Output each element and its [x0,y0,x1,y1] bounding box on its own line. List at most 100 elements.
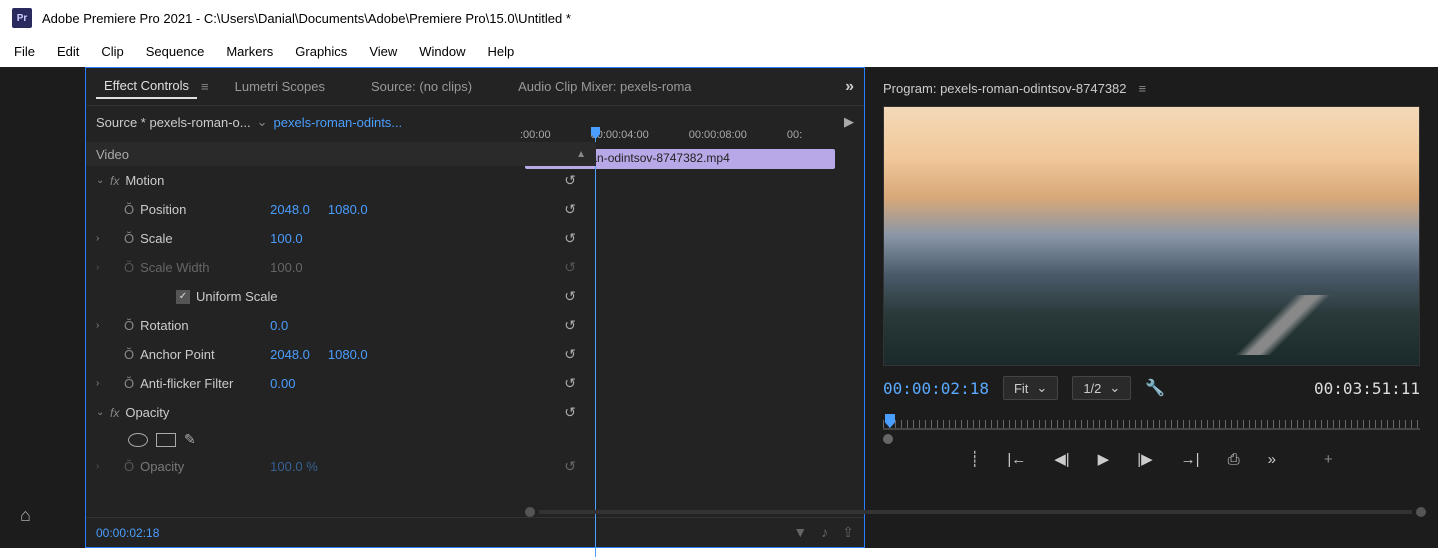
reset-icon[interactable]: ↺ [564,375,576,392]
chevron-down-icon[interactable]: ⌄ [96,407,110,418]
export-icon[interactable]: ⇪ [842,524,854,541]
music-note-icon[interactable]: ♪ [821,524,828,541]
stopwatch-icon[interactable]: Ŏ [124,202,134,217]
horizontal-scrollbar[interactable] [525,508,1426,516]
uniform-scale-checkbox[interactable]: ✓ [176,290,190,304]
fx-badge[interactable]: fx [110,406,119,420]
rotation-value[interactable]: 0.0 [270,318,288,333]
anchor-x[interactable]: 2048.0 [270,347,310,362]
property-uniform-scale: ✓ Uniform Scale ↺ [86,282,596,311]
fx-badge[interactable]: fx [110,174,119,188]
go-to-out-icon[interactable]: →| [1181,451,1200,468]
play-icon[interactable]: ▶ [844,114,854,130]
program-scrubber[interactable] [883,414,1420,438]
menu-sequence[interactable]: Sequence [146,44,205,59]
property-opacity-value: › Ŏ Opacity 100.0 % ↺ [86,452,596,481]
scroll-track[interactable] [539,510,1412,514]
ellipse-mask-icon[interactable] [128,433,148,447]
rect-mask-icon[interactable] [156,433,176,447]
scale-width-value: 100.0 [270,260,303,275]
stopwatch-icon[interactable]: Ŏ [124,376,134,391]
reset-icon[interactable]: ↺ [564,201,576,218]
stopwatch-icon[interactable]: Ŏ [124,347,134,362]
menu-clip[interactable]: Clip [101,44,123,59]
export-frame-icon[interactable]: ⎙ [1228,451,1240,468]
play-icon[interactable]: ▶ [1098,450,1110,468]
video-section-header[interactable]: Video ▲ [86,142,596,166]
time-mark: 00:00:08:00 [689,129,747,141]
property-rotation: › Ŏ Rotation 0.0 ↺ [86,311,596,340]
effect-opacity[interactable]: ⌄ fx Opacity ↺ [86,398,596,427]
zoom-select[interactable]: Fit ⌄ [1003,376,1058,400]
reset-icon: ↺ [564,259,576,276]
menu-help[interactable]: Help [488,44,515,59]
reset-icon[interactable]: ↺ [564,458,576,475]
menu-markers[interactable]: Markers [226,44,273,59]
reset-icon[interactable]: ↺ [564,288,576,305]
position-label: Position [140,202,270,217]
stopwatch-icon[interactable]: Ŏ [124,231,134,246]
panel-menu-icon[interactable]: ≡ [201,79,209,94]
add-button-icon[interactable]: + [1324,451,1333,468]
menu-edit[interactable]: Edit [57,44,79,59]
menu-window[interactable]: Window [419,44,465,59]
anchor-y[interactable]: 1080.0 [328,347,368,362]
chevron-right-icon[interactable]: › [96,233,110,244]
pen-mask-icon[interactable]: ✎ [184,431,196,448]
reset-icon[interactable]: ↺ [564,404,576,421]
reset-icon[interactable]: ↺ [564,346,576,363]
go-to-in-icon[interactable]: |← [1007,451,1026,468]
chevron-down-icon[interactable]: ⌄ [257,114,268,130]
stopwatch-icon[interactable]: Ŏ [124,318,134,333]
step-back-icon[interactable]: ◀| [1054,450,1069,468]
opacity-label: Opacity [125,405,255,420]
scroll-handle-left[interactable] [525,507,535,517]
reset-icon[interactable]: ↺ [564,172,576,189]
program-current-timecode[interactable]: 00:00:02:18 [883,379,989,398]
program-title-row: Program: pexels-roman-odintsov-8747382 ≡ [883,77,1420,106]
position-y[interactable]: 1080.0 [328,202,368,217]
chevron-right-icon[interactable]: › [96,378,110,389]
menu-view[interactable]: View [369,44,397,59]
marker-icon[interactable]: ┊ [970,450,979,468]
opacity-value[interactable]: 100.0 % [270,459,318,474]
anchor-label: Anchor Point [140,347,270,362]
resolution-select[interactable]: 1/2 ⌄ [1072,376,1131,400]
program-title[interactable]: Program: pexels-roman-odintsov-8747382 [883,81,1127,96]
scroll-handle-right[interactable] [1416,507,1426,517]
scrubber-handle[interactable] [883,434,893,444]
position-x[interactable]: 2048.0 [270,202,310,217]
property-scale: › Ŏ Scale 100.0 ↺ [86,224,596,253]
overflow-icon[interactable]: » [845,78,854,96]
chevron-right-icon[interactable]: › [96,461,110,472]
menu-file[interactable]: File [14,44,35,59]
step-forward-icon[interactable]: |▶ [1137,450,1152,468]
source-selected[interactable]: pexels-roman-odints... [274,115,403,130]
stopwatch-icon[interactable]: Ŏ [124,459,134,474]
time-mark: 00: [787,129,802,141]
tab-effect-controls[interactable]: Effect Controls [96,74,197,99]
panel-menu-icon[interactable]: ≡ [1139,81,1147,96]
home-icon[interactable]: ⌂ [20,505,31,526]
effect-motion[interactable]: ⌄ fx Motion ↺ [86,166,596,195]
tab-lumetri-scopes[interactable]: Lumetri Scopes [227,75,333,98]
antiflicker-value[interactable]: 0.00 [270,376,295,391]
wrench-icon[interactable]: 🔧 [1145,378,1165,398]
filter-icon[interactable]: ▼ [793,524,807,541]
program-duration-timecode: 00:03:51:11 [1314,379,1420,398]
reset-icon[interactable]: ↺ [564,230,576,247]
tab-audio-mixer[interactable]: Audio Clip Mixer: pexels-roma [510,75,699,98]
tab-source[interactable]: Source: (no clips) [363,75,480,98]
video-preview[interactable] [883,106,1420,366]
scale-value[interactable]: 100.0 [270,231,303,246]
chevron-down-icon[interactable]: ⌄ [96,175,110,186]
overflow-icon[interactable]: » [1268,451,1276,468]
scrubber-track[interactable] [883,428,1420,430]
chevron-right-icon[interactable]: › [96,320,110,331]
menu-graphics[interactable]: Graphics [295,44,347,59]
property-position: Ŏ Position 2048.0 1080.0 ↺ [86,195,596,224]
current-timecode[interactable]: 00:00:02:18 [96,526,159,540]
title-bar: Pr Adobe Premiere Pro 2021 - C:\Users\Da… [0,0,1438,36]
reset-icon[interactable]: ↺ [564,317,576,334]
property-anchor-point: Ŏ Anchor Point 2048.0 1080.0 ↺ [86,340,596,369]
